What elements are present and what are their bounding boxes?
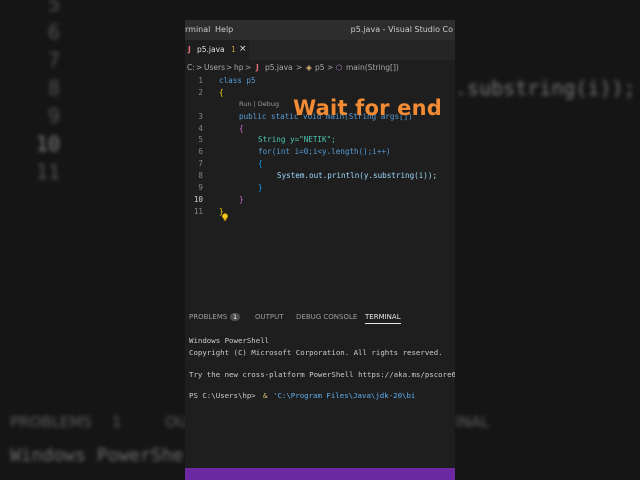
close-icon[interactable]: × xyxy=(239,44,247,54)
bg-line-number: 10 xyxy=(35,132,60,156)
bg-tab: 1 xyxy=(112,413,122,431)
breadcrumb-item[interactable]: p5 xyxy=(315,63,325,72)
tab-p5-java[interactable]: J p5.java 1 × xyxy=(185,40,249,60)
java-file-icon: J xyxy=(188,45,191,54)
terminal-prompt: PS C:\Users\hp> xyxy=(189,391,256,400)
code-line: { xyxy=(258,159,263,168)
chevron-right-icon: > xyxy=(226,63,233,72)
vscode-window: rminal Help p5.java - Visual Studio Co J… xyxy=(185,20,455,480)
breadcrumb-item[interactable]: main(String[]) xyxy=(346,63,399,72)
status-bar xyxy=(185,468,455,480)
code-line: { xyxy=(219,88,224,97)
chevron-right-icon: > xyxy=(196,63,203,72)
line-number: 7 xyxy=(198,159,203,168)
line-number: 8 xyxy=(198,171,203,180)
window-title: p5.java - Visual Studio Co xyxy=(350,25,453,34)
code-line: } xyxy=(258,183,263,192)
problem-count: 1 xyxy=(231,45,236,54)
terminal-command: & xyxy=(263,391,268,400)
breadcrumb: C: > Users > hp > J p5.java > ◈ p5 > ⬡ m… xyxy=(185,60,455,74)
lightbulb-icon[interactable] xyxy=(221,213,229,221)
problems-badge: 1 xyxy=(230,313,241,321)
chevron-right-icon: > xyxy=(327,63,334,72)
title-bar: rminal Help p5.java - Visual Studio Co xyxy=(185,20,455,40)
terminal-line: Windows PowerShell xyxy=(189,336,270,345)
code-editor[interactable]: 1 2 3 4 5 6 7 8 9 10 11 class p5 { publi… xyxy=(185,74,455,319)
tab-problems[interactable]: PROBLEMS xyxy=(189,313,227,321)
menu-help[interactable]: Help xyxy=(215,25,233,34)
bg-line-number: 9 xyxy=(47,104,60,128)
bg-line-number: 8 xyxy=(47,76,60,100)
bg-code: .substring(i)); xyxy=(455,76,636,100)
bg-tab: INAL xyxy=(455,413,490,431)
line-number: 6 xyxy=(198,147,203,156)
line-number: 4 xyxy=(198,124,203,133)
line-number: 10 xyxy=(193,195,203,204)
code-line: String y="NETIK"; xyxy=(258,135,336,144)
overlay-caption: Wait for end xyxy=(293,96,442,120)
tab-output[interactable]: OUTPUT xyxy=(255,313,284,321)
code-line: } xyxy=(239,195,244,204)
bg-bottom-text: Windows PowerShe xyxy=(10,445,184,466)
class-icon: ◈ xyxy=(306,63,312,72)
bg-line-number: 5 xyxy=(47,0,60,16)
code-line: class p5 xyxy=(219,76,256,85)
line-number: 1 xyxy=(198,76,203,85)
bg-line-number: 11 xyxy=(35,160,60,184)
terminal-command-path: 'C:\Program Files\Java\jdk-20\bi xyxy=(273,391,416,400)
tab-debug-console[interactable]: DEBUG CONSOLE xyxy=(296,313,357,321)
code-line: { xyxy=(239,124,244,133)
bg-line-number: 6 xyxy=(47,20,60,44)
breadcrumb-item[interactable]: p5.java xyxy=(265,63,293,72)
line-number: 5 xyxy=(198,135,203,144)
code-line: for(int i=0;i<y.length();i++) xyxy=(258,147,391,156)
breadcrumb-item[interactable]: hp xyxy=(234,63,244,72)
breadcrumb-item[interactable]: Users xyxy=(204,63,225,72)
bg-tab: PROBLEMS xyxy=(10,413,92,431)
codelens-run-debug[interactable]: Run | Debug xyxy=(239,100,279,108)
code-line: System.out.println(y.substring(i)); xyxy=(277,171,438,180)
breadcrumb-item[interactable]: C: xyxy=(187,63,195,72)
tab-label: p5.java xyxy=(197,45,225,54)
tab-terminal[interactable]: TERMINAL xyxy=(365,313,401,324)
method-icon: ⬡ xyxy=(336,63,343,72)
panel-tabs: PROBLEMS 1 OUTPUT DEBUG CONSOLE TERMINAL xyxy=(185,306,455,326)
chevron-right-icon: > xyxy=(245,63,252,72)
line-number: 9 xyxy=(198,183,203,192)
menu-terminal[interactable]: rminal xyxy=(185,25,210,34)
bg-line-number: 7 xyxy=(47,48,60,72)
line-number: 11 xyxy=(193,207,203,216)
editor-tab-bar: J p5.java 1 × xyxy=(185,40,455,60)
line-number: 3 xyxy=(198,112,203,121)
java-file-icon: J xyxy=(256,63,259,72)
terminal-line: Try the new cross-platform PowerShell ht… xyxy=(189,370,455,379)
terminal-line: Copyright (C) Microsoft Corporation. All… xyxy=(189,348,443,357)
chevron-right-icon: > xyxy=(296,63,303,72)
line-number: 2 xyxy=(198,88,203,97)
